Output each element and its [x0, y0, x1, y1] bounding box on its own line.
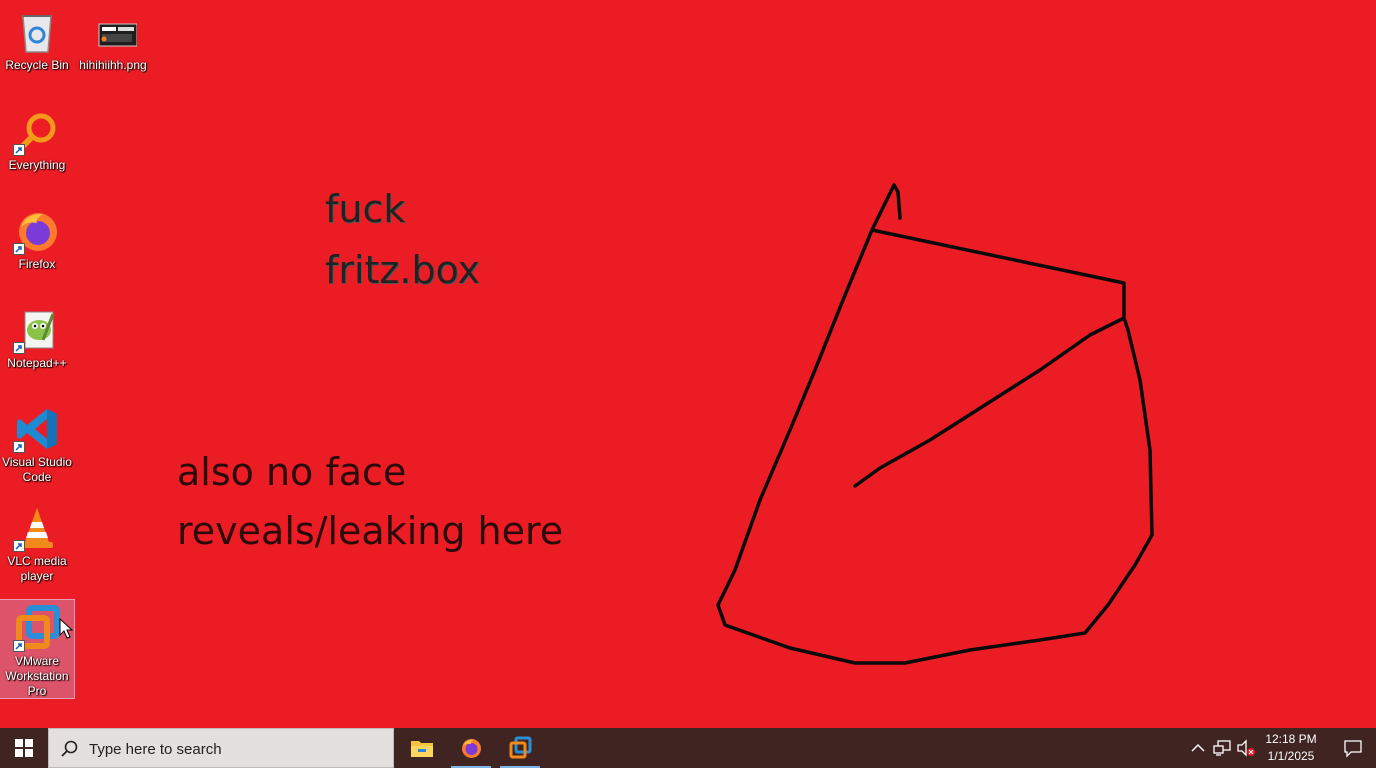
desktop-icon-vlc[interactable]: VLC media player	[0, 500, 74, 584]
notification-icon	[1344, 740, 1362, 758]
desktop-icon-label: VLC media player	[7, 554, 67, 583]
start-button[interactable]	[0, 728, 48, 768]
notepad-plus-plus-icon	[13, 306, 61, 354]
shortcut-arrow-icon	[13, 342, 25, 354]
desktop[interactable]: fuck fritz.box also no face reveals/leak…	[0, 0, 1376, 728]
shortcut-arrow-icon	[13, 441, 25, 453]
volume-tray-button[interactable]	[1236, 738, 1256, 758]
mouse-cursor-icon	[59, 618, 73, 639]
vmware-icon	[13, 604, 73, 652]
shortcut-arrow-icon	[13, 243, 25, 255]
image-file-icon	[89, 8, 138, 56]
taskbar-vmware[interactable]	[496, 728, 544, 768]
taskbar: Type here to search 12:18 PM 1/1/2025	[0, 728, 1376, 768]
desktop-icon-label: hihihiihh.png	[79, 58, 147, 72]
search-placeholder: Type here to search	[89, 741, 222, 758]
file-explorer-icon	[411, 741, 433, 757]
desktop-icon-image-file[interactable]: hihihiihh.png	[76, 4, 150, 73]
wallpaper-text-4: reveals/leaking here	[177, 509, 564, 553]
volume-muted-icon	[1237, 739, 1255, 757]
vlc-icon	[13, 504, 61, 552]
desktop-icon-label: Everything	[8, 158, 66, 172]
desktop-icon-label: Firefox	[18, 257, 56, 271]
wallpaper-text-2: fritz.box	[325, 248, 481, 292]
desktop-icon-firefox[interactable]: Firefox	[0, 203, 74, 272]
clock-date: 1/1/2025	[1267, 749, 1315, 763]
desktop-icon-vscode[interactable]: Visual Studio Code	[0, 401, 74, 485]
desktop-icon-notepad-plus-plus[interactable]: Notepad++	[0, 302, 74, 371]
desktop-icon-label: VMware Workstation Pro	[5, 654, 69, 698]
network-tray-button[interactable]	[1212, 738, 1232, 758]
everything-search-icon	[13, 108, 61, 156]
vscode-icon	[13, 405, 61, 453]
vmware-icon	[509, 736, 532, 759]
desktop-icon-vmware[interactable]: VMware Workstation Pro	[0, 599, 75, 699]
recycle-bin-icon	[13, 8, 61, 56]
action-center-button[interactable]	[1330, 728, 1376, 768]
shortcut-arrow-icon	[13, 640, 25, 652]
desktop-icon-label: Recycle Bin	[5, 58, 69, 72]
desktop-icon-everything[interactable]: Everything	[0, 104, 74, 173]
desktop-icon-label: Notepad++	[7, 356, 67, 370]
wallpaper-text-3: also no face	[177, 450, 407, 494]
wallpaper-text-1: fuck	[325, 187, 406, 231]
desktop-icon-recycle-bin[interactable]: Recycle Bin	[0, 4, 74, 73]
taskbar-file-explorer[interactable]	[398, 728, 446, 768]
shortcut-arrow-icon	[13, 144, 25, 156]
clock-time: 12:18 PM	[1265, 732, 1317, 746]
taskbar-clock[interactable]: 12:18 PM 1/1/2025	[1254, 731, 1328, 765]
taskbar-firefox[interactable]	[447, 728, 495, 768]
taskbar-search-box[interactable]: Type here to search	[48, 728, 394, 768]
network-icon	[1213, 740, 1231, 756]
desktop-icon-label: Visual Studio Code	[2, 455, 72, 484]
show-hidden-icons-button[interactable]	[1188, 738, 1208, 758]
chevron-up-icon	[1191, 743, 1205, 752]
shortcut-arrow-icon	[13, 540, 25, 552]
firefox-icon	[462, 739, 481, 758]
freehand-drawing	[716, 183, 1154, 665]
windows-logo-icon	[15, 739, 33, 757]
search-icon	[61, 740, 78, 757]
firefox-icon	[13, 207, 61, 255]
